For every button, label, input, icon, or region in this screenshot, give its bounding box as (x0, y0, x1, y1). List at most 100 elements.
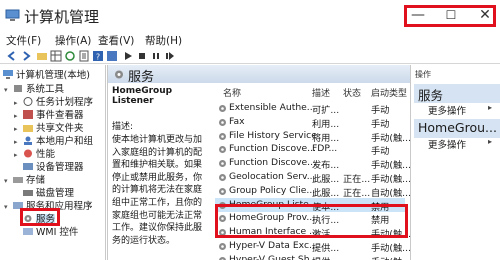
menu-action[interactable]: 操作(A) (55, 33, 91, 48)
tree-item-shared-folders[interactable]: ▸ 共享文件夹 (14, 120, 84, 134)
annotation-box-window-controls (404, 5, 496, 27)
service-gear-icon (219, 118, 226, 126)
tree-item-task-scheduler[interactable]: ▸ 任务计划程序 (14, 94, 93, 108)
performance-icon (24, 149, 32, 158)
service-gear-icon (219, 146, 226, 154)
tree-root[interactable]: 计算机管理(本地) (3, 67, 90, 81)
folder-icon[interactable] (36, 50, 48, 62)
wmi-icon (23, 228, 33, 235)
service-name: Fax (229, 115, 245, 127)
service-gear-icon (219, 160, 226, 168)
expand-arrow-icon[interactable]: ▸ (14, 125, 23, 133)
service-row[interactable]: Group Policy Clie... 此服... 正在... 自动(触... (215, 184, 411, 199)
tools-icon (14, 85, 22, 92)
tree-item-performance[interactable]: ▸ 性能 (14, 146, 55, 160)
service-gear-icon (219, 174, 226, 181)
service-row[interactable]: Fax 利用... 手动 (215, 115, 405, 130)
back-icon[interactable] (6, 50, 18, 62)
actions-section-homegroup[interactable]: HomeGrou... (414, 119, 500, 138)
tree-item-label: WMI 控件 (36, 227, 79, 238)
menu-file[interactable]: 文件(F) (6, 33, 41, 48)
expand-arrow-icon[interactable]: ▸ (14, 151, 23, 159)
column-header-status[interactable]: 状态 (343, 86, 361, 99)
tree-item-system-tools[interactable]: ▾ 系统工具 (4, 81, 64, 95)
service-row[interactable]: Geolocation Serv... 此服... 正在... 手动(触... (215, 170, 411, 185)
column-header-description[interactable]: 描述 (312, 86, 330, 99)
expand-arrow-icon[interactable]: ▾ (4, 86, 13, 94)
column-header-startup-type[interactable]: 启动类型 (371, 86, 407, 99)
clock-icon (23, 97, 33, 106)
device-manager-icon (23, 163, 33, 170)
tree-item-storage[interactable]: ▾ 存储 (4, 172, 45, 186)
shared-folder-icon (23, 125, 33, 132)
services-panel: 服务 HomeGroup Listener 描述: 使本地计算机更改与加入家庭组… (107, 65, 411, 260)
annotation-box-homegroup (215, 204, 408, 238)
service-startup-type: 手动(触... (371, 254, 411, 260)
menu-help[interactable]: 帮助(H) (145, 33, 182, 48)
help-icon[interactable]: ? (92, 50, 104, 62)
pause-service-icon[interactable] (150, 50, 162, 62)
service-row[interactable]: Function Discove... FDP... 手动 (215, 142, 405, 157)
actions-section-services[interactable]: 服务 (414, 84, 500, 103)
service-row[interactable]: Hyper-V Data Exc... 提供... 手动(触... (215, 239, 411, 254)
grid-view-icon[interactable] (50, 50, 62, 62)
service-name: File History Service (229, 129, 317, 141)
event-viewer-icon (23, 110, 33, 119)
window-title: 计算机管理 (24, 8, 100, 26)
service-name: Hyper-V Data Exc... (229, 240, 318, 251)
service-description-pane: HomeGroup Listener 描述: 使本地计算机更改与加入家庭组的计算… (108, 83, 212, 260)
stop-service-icon[interactable] (136, 50, 148, 62)
service-row[interactable]: Function Discove... 发布... 手动(触... (215, 156, 411, 171)
column-header-name[interactable]: 名称 (223, 86, 241, 99)
start-service-icon[interactable] (122, 50, 134, 62)
service-row[interactable]: Extensible Authe... 可扩... 手动 (215, 101, 405, 116)
forward-icon[interactable] (20, 50, 32, 62)
more-actions-link[interactable]: 更多操作 (428, 137, 492, 151)
service-row[interactable]: File History Service 将用... 手动(触... (215, 129, 411, 144)
services-header: 服务 (108, 65, 411, 85)
storage-icon (13, 177, 23, 183)
expand-arrow-icon[interactable]: ▾ (4, 177, 13, 185)
service-gear-icon (219, 243, 226, 250)
annotation-box-services (20, 208, 60, 226)
service-gear-icon (219, 105, 226, 112)
disk-icon (23, 190, 33, 196)
tree-item-device-manager[interactable]: 设备管理器 (23, 159, 84, 173)
service-name: Group Policy Clie... (229, 184, 316, 196)
menu-bar: 文件(F) 操作(A) 查看(V) 帮助(H) (0, 32, 500, 48)
tree-item-event-viewer[interactable]: ▸ 事件查看器 (14, 107, 84, 121)
computer-icon (3, 70, 13, 79)
computer-management-icon (5, 9, 20, 21)
tree-item-disk-management[interactable]: 磁盘管理 (23, 185, 74, 199)
tree-root-label: 计算机管理(本地) (16, 70, 90, 81)
service-name: Function Discove... (229, 157, 316, 169)
expand-arrow-icon[interactable]: ▾ (4, 203, 13, 211)
refresh-icon[interactable] (64, 50, 76, 62)
actions-label: 操作 (415, 70, 431, 79)
service-row[interactable]: Hyper-V Guest Sh...提供... 手动(触... (215, 253, 411, 260)
export-list-icon[interactable] (78, 50, 90, 62)
expand-arrow-icon[interactable]: ▸ (14, 99, 23, 107)
service-description: 提供... (312, 254, 339, 260)
services-list: 名称 描述 状态 启动类型 Extensible Authe... 可扩... 手动… (215, 83, 411, 260)
title-bar: 计算机管理 — ☐ ✕ (0, 0, 500, 32)
gear-icon (115, 70, 123, 79)
actions-section-title: 服务 (418, 88, 444, 103)
restart-service-icon[interactable] (164, 50, 176, 62)
description-text: 使本地计算机更改与加入家庭组的计算机的配置和维护相关联。如果停止或禁用此服务，你… (112, 135, 203, 246)
properties-icon[interactable] (106, 50, 118, 62)
toolbar: ? (0, 48, 500, 64)
service-description: FDP... (312, 143, 338, 155)
service-name: Extensible Authe... (229, 102, 316, 113)
service-name: Function Discove... (229, 143, 316, 155)
service-gear-icon (219, 256, 226, 260)
expand-arrow-icon[interactable]: ▸ (14, 138, 23, 146)
service-name: Hyper-V Guest Sh... (229, 253, 319, 260)
menu-view[interactable]: 查看(V) (98, 33, 134, 48)
more-actions-link[interactable]: 更多操作 (428, 103, 492, 117)
expand-arrow-icon[interactable]: ▸ (14, 112, 23, 120)
selected-service-name: HomeGroup Listener (112, 86, 173, 106)
tree-item-local-users[interactable]: ▸ 本地用户和组 (14, 133, 93, 147)
service-gear-icon (219, 132, 226, 140)
navigation-tree: 计算机管理(本地) ▾ 系统工具 ▸ 任务计划程序 ▸ 事件查看器 ▸ 共享文件夹 ▸ 本… (0, 65, 106, 260)
